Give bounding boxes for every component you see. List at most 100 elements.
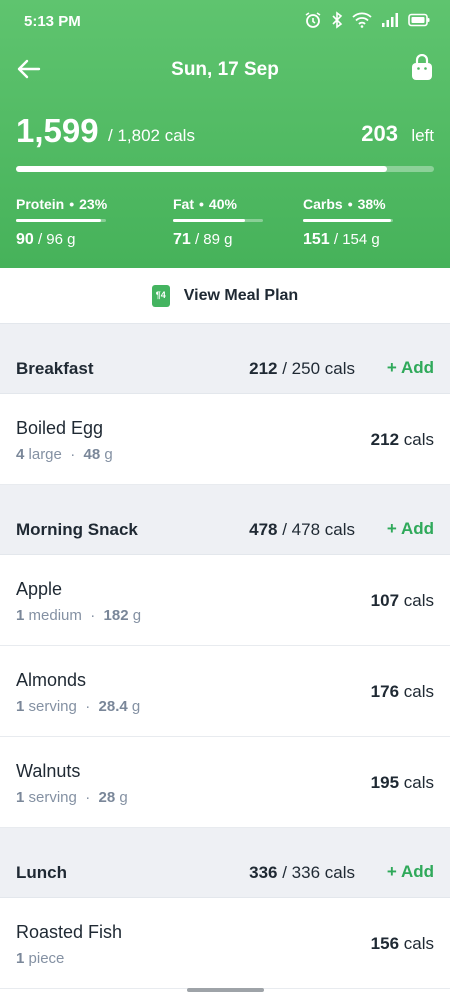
macro-target: / 154 g (333, 231, 380, 248)
shopping-bag-button[interactable] (410, 53, 434, 82)
macro-progress-bar (173, 219, 263, 222)
food-item-row[interactable]: Almonds 1 serving · 28.4 g 176 cals (0, 646, 450, 737)
macro-heading: Protein • 23% (16, 196, 136, 212)
battery-icon (408, 13, 430, 27)
macro-values: 151 / 154 g (303, 231, 423, 249)
food-item-row[interactable]: Boiled Egg 4 large · 48 g 212 cals (0, 394, 450, 485)
food-weight-unit: g (119, 789, 128, 806)
bluetooth-icon (332, 11, 343, 29)
meal-section-lunch: Lunch 336 / 336 cals + Add (0, 828, 450, 898)
food-calories-unit: cals (403, 682, 434, 701)
food-calories: 156 cals (371, 934, 434, 954)
status-bar: 5:13 PM (0, 0, 450, 44)
food-calories-value: 107 (370, 591, 400, 610)
calories-consumed: 1,599 (16, 112, 99, 149)
food-calories-value: 156 (370, 934, 400, 953)
meal-calories: 212 / 250 cals (249, 359, 355, 379)
macro-target: / 96 g (37, 231, 76, 248)
food-calories-unit: cals (403, 591, 434, 610)
food-calories: 212 cals (371, 430, 434, 450)
food-unit: large (28, 446, 62, 463)
macro-amount: 151 (303, 231, 330, 248)
food-weight: 28 (98, 789, 116, 806)
macro-fat: Fat • 40% 71 / 89 g (173, 196, 293, 249)
food-quantity: 1 (16, 789, 25, 806)
meal-title: Morning Snack (16, 520, 138, 539)
food-calories-value: 212 (370, 430, 400, 449)
macro-name: Carbs (303, 196, 343, 212)
meal-calories-target: / 336 cals (282, 863, 355, 882)
macro-name: Protein (16, 196, 65, 212)
food-unit: serving (28, 698, 77, 715)
macro-amount: 90 (16, 231, 34, 248)
food-quantity: 1 (16, 607, 25, 624)
macro-percent: 38% (357, 196, 386, 212)
summary-header: 5:13 PM Sun, 17 Sep 1,599 / 1,802 cals 2… (0, 0, 450, 268)
macro-percent: 40% (208, 196, 237, 212)
food-weight-unit: g (132, 607, 142, 624)
status-icons (304, 11, 430, 29)
food-serving: 1 medium · 182 g (16, 607, 142, 624)
meal-title: Lunch (16, 863, 67, 882)
calories-left-value: 203 (361, 121, 398, 146)
meal-section-morning-snack: Morning Snack 478 / 478 cals + Add (0, 485, 450, 555)
meal-plan-icon: ¶4 (151, 285, 170, 307)
shopping-bag-icon (412, 53, 432, 80)
view-meal-plan-button[interactable]: ¶4 View Meal Plan (0, 268, 450, 324)
food-calories: 107 cals (371, 591, 434, 611)
calories-goal: / 1,802 cals (108, 126, 195, 145)
meal-calories-consumed: 336 (249, 863, 278, 882)
meal-calories-target: / 478 cals (282, 520, 355, 539)
food-weight: 182 (103, 607, 129, 624)
meal-calories-consumed: 478 (249, 520, 278, 539)
top-bar: Sun, 17 Sep (0, 50, 450, 90)
macro-values: 71 / 89 g (173, 231, 293, 249)
macro-progress-fill (303, 219, 392, 222)
food-serving: 1 serving · 28.4 g (16, 698, 141, 715)
food-calories-unit: cals (403, 934, 434, 953)
food-unit: serving (28, 789, 77, 806)
macro-heading: Carbs • 38% (303, 196, 423, 212)
macro-target: / 89 g (194, 231, 233, 248)
calorie-progress-bar (16, 166, 434, 172)
alarm-icon (305, 12, 321, 28)
food-quantity: 4 (16, 446, 25, 463)
food-item-row[interactable]: Walnuts 1 serving · 28 g 195 cals (0, 737, 450, 828)
meal-section-breakfast: Breakfast 212 / 250 cals + Add (0, 324, 450, 394)
food-serving: 4 large · 48 g (16, 446, 113, 463)
food-name: Almonds (16, 670, 87, 690)
macro-progress-fill (16, 219, 101, 222)
wifi-icon (352, 12, 372, 28)
macro-progress-bar (16, 219, 106, 222)
meal-calories: 336 / 336 cals (249, 863, 355, 883)
macro-amount: 71 (173, 231, 191, 248)
status-time: 5:13 PM (24, 13, 81, 30)
food-calories: 176 cals (371, 682, 434, 702)
food-calories-unit: cals (403, 773, 434, 792)
food-calories-value: 195 (370, 773, 400, 792)
calorie-progress-fill (16, 166, 387, 172)
add-food-button[interactable]: + Add (387, 519, 434, 539)
meal-calories-consumed: 212 (249, 359, 278, 378)
food-serving: 1 serving · 28 g (16, 789, 128, 806)
food-item-row[interactable]: Apple 1 medium · 182 g 107 cals (0, 555, 450, 646)
food-quantity: 1 (16, 950, 25, 967)
food-unit: medium (28, 607, 82, 624)
date-title[interactable]: Sun, 17 Sep (0, 59, 450, 81)
food-weight: 28.4 (98, 698, 128, 715)
meal-calories-target: / 250 cals (282, 359, 355, 378)
calories-left-label: left (411, 126, 434, 145)
macro-progress-bar (303, 219, 393, 222)
add-food-button[interactable]: + Add (387, 862, 434, 882)
food-calories-value: 176 (370, 682, 400, 701)
macro-carbs: Carbs • 38% 151 / 154 g (303, 196, 423, 249)
food-weight-unit: g (104, 446, 113, 463)
macro-progress-fill (173, 219, 245, 222)
food-item-row[interactable]: Roasted Fish 1 piece 156 cals (0, 898, 450, 989)
food-name: Apple (16, 579, 63, 599)
macro-separator: • (69, 196, 75, 212)
view-meal-plan-label: View Meal Plan (183, 287, 299, 304)
calorie-summary: 1,599 / 1,802 cals 203 left (16, 112, 434, 152)
add-food-button[interactable]: + Add (387, 358, 434, 378)
food-weight-unit: g (131, 698, 141, 715)
